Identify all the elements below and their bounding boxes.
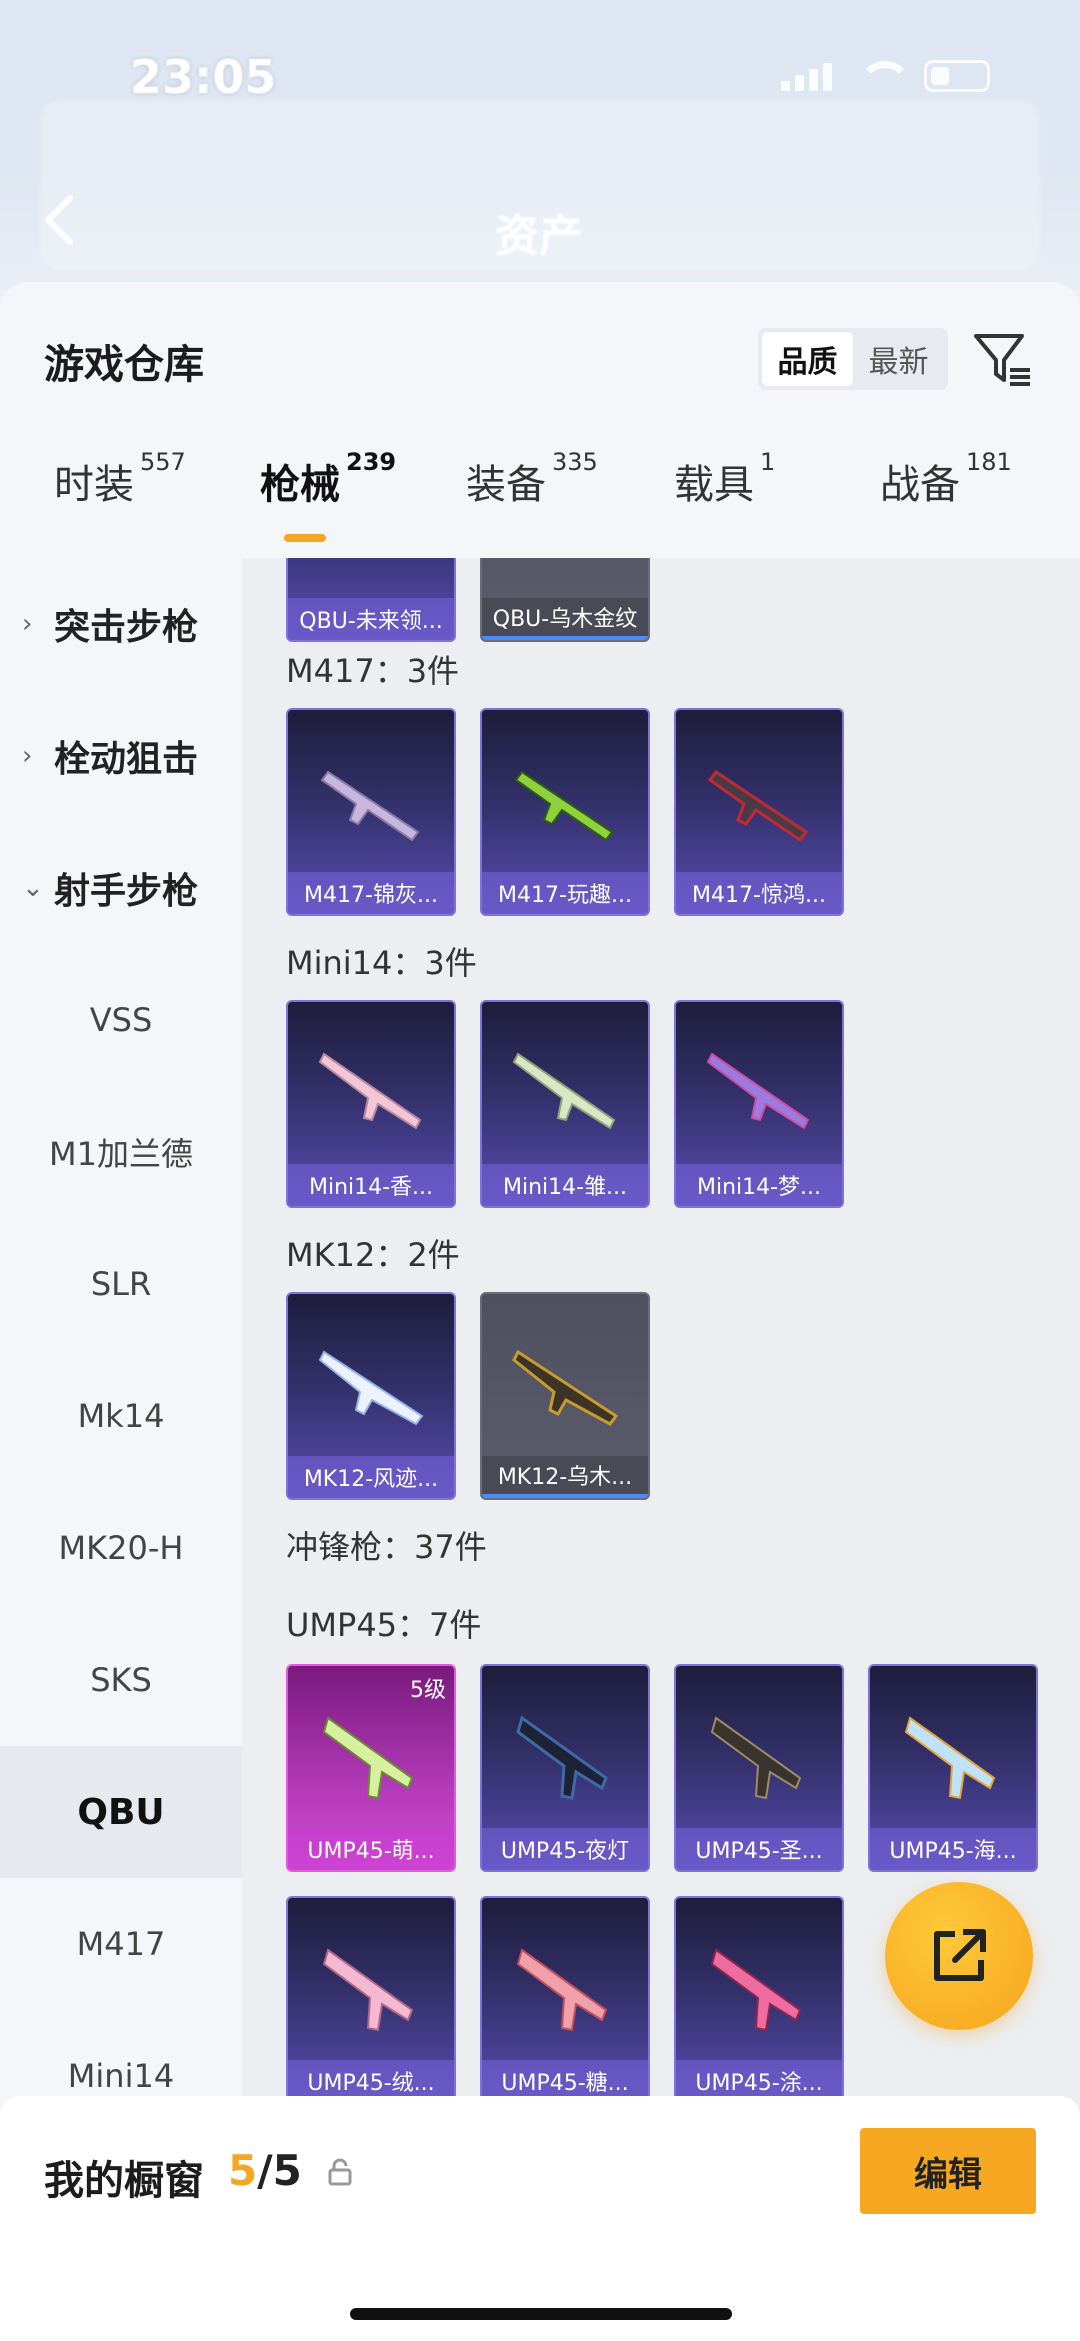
smg-icon (516, 1715, 608, 1800)
status-time: 23:05 (130, 50, 277, 104)
sort-toggle: 品质 最新 (758, 328, 948, 390)
rifle-icon (320, 770, 420, 842)
smg-icon (322, 1716, 414, 1800)
weapon-card[interactable]: QBU-未来领... (286, 558, 456, 642)
status-icons (781, 60, 990, 92)
lock-icon (328, 2158, 352, 2186)
weapon-card[interactable]: M417-惊鸿... (674, 708, 844, 916)
tab-vehicles[interactable]: 载具 1 (674, 448, 775, 510)
chevron-right-icon: › (22, 741, 33, 771)
chevron-down-icon: ⌄ (22, 873, 44, 903)
sidebar-item-sks[interactable]: SKS (0, 1614, 242, 1746)
group-label: MK12：2件 (286, 1236, 460, 1274)
tab-supplies[interactable]: 战备 181 (880, 448, 1012, 510)
top-background: 23:05 资产 (0, 0, 1080, 290)
sidebar-item-qbu[interactable]: QBU (0, 1746, 242, 1878)
weapon-card[interactable]: Mini14-梦... (674, 1000, 844, 1208)
sort-latest-button[interactable]: 最新 (853, 332, 944, 386)
weapon-card[interactable]: UMP45-涂... (674, 1896, 844, 2104)
sidebar-category-bolt-sniper[interactable]: › 栓动狙击 (0, 690, 242, 822)
home-indicator (350, 2308, 732, 2320)
group-label: UMP45：7件 (286, 1606, 482, 1644)
group-label: 冲锋枪：37件 (286, 1528, 487, 1566)
sidebar-item-vss[interactable]: VSS (0, 954, 242, 1086)
weapon-card[interactable]: Mini14-雏... (480, 1000, 650, 1208)
rifle-icon (512, 1052, 616, 1130)
smg-icon (710, 1716, 802, 1800)
weapon-card[interactable]: UMP45-海... (868, 1664, 1038, 1872)
edit-button[interactable]: 编辑 (860, 2128, 1036, 2214)
showcase-label: 我的橱窗 (44, 2158, 204, 2204)
sidebar-item-m417[interactable]: M417 (0, 1878, 242, 2010)
external-link-icon (934, 1929, 986, 1981)
group-label: Mini14：3件 (286, 944, 477, 982)
tab-guns[interactable]: 枪械 239 (260, 448, 396, 510)
tab-indicator (284, 534, 326, 542)
sheet-title: 游戏仓库 (44, 342, 204, 388)
header-title: 资产 (495, 211, 583, 262)
filter-icon[interactable] (972, 330, 1034, 390)
warehouse-sheet: 游戏仓库 品质 最新 时装 557 枪械 239 装备 335 载具 1 战备 181 ›… (0, 282, 1080, 2341)
weapon-card[interactable]: M417-锦灰... (286, 708, 456, 916)
showcase-count: 5/5 (228, 2146, 302, 2195)
share-button[interactable] (885, 1882, 1033, 2030)
weapon-card[interactable]: UMP45-糖... (480, 1896, 650, 2104)
sort-quality-button[interactable]: 品质 (762, 332, 853, 386)
weapon-card[interactable]: MK12-乌木... (480, 1292, 650, 1500)
battery-icon (924, 60, 990, 92)
rifle-icon (706, 1052, 810, 1130)
weapon-card[interactable]: UMP45-夜灯 (480, 1664, 650, 1872)
signal-icon (781, 61, 832, 91)
sidebar-item-mk14[interactable]: Mk14 (0, 1350, 242, 1482)
category-tabs: 时装 557 枪械 239 装备 335 载具 1 战备 181 (0, 448, 1080, 542)
weapon-card[interactable]: QBU-乌木金纹 (480, 558, 650, 642)
tab-equipment[interactable]: 装备 335 (466, 448, 598, 510)
weapon-grid: QBU-未来领... QBU-乌木金纹 M417：3件 M417-锦灰... M… (242, 558, 1080, 2341)
weapon-card[interactable]: Mini14-香... (286, 1000, 456, 1208)
rifle-icon (318, 1350, 424, 1426)
wifi-icon (858, 61, 912, 91)
sidebar-item-m1-garand[interactable]: M1加兰德 (0, 1086, 242, 1218)
showcase-bar: 我的橱窗 5/5 编辑 (0, 2096, 1080, 2341)
smg-icon (322, 1948, 414, 2032)
smg-icon (516, 1948, 608, 2032)
weapon-card[interactable]: UMP45-圣... (674, 1664, 844, 1872)
sidebar-category-assault-rifle[interactable]: › 突击步枪 (0, 558, 242, 690)
weapon-sidebar: › 突击步枪 › 栓动狙击 ⌄ 射手步枪 VSS M1加兰德 SLR Mk14 MK2… (0, 558, 242, 2341)
rifle-icon (512, 1349, 619, 1426)
back-icon[interactable] (40, 190, 80, 250)
sidebar-category-dmr[interactable]: ⌄ 射手步枪 (0, 822, 242, 954)
weapon-card[interactable]: 5级 UMP45-萌... (286, 1664, 456, 1872)
smg-icon (710, 1948, 802, 2032)
smg-icon (904, 1716, 996, 1800)
chevron-right-icon: › (22, 609, 33, 639)
sidebar-item-mk20h[interactable]: MK20-H (0, 1482, 242, 1614)
weapon-card[interactable]: UMP45-绒... (286, 1896, 456, 2104)
tab-skins[interactable]: 时装 557 (54, 448, 186, 510)
group-label: M417：3件 (286, 652, 460, 690)
rifle-icon (318, 1052, 422, 1130)
sidebar-item-slr[interactable]: SLR (0, 1218, 242, 1350)
weapon-card[interactable]: MK12-风迹... (286, 1292, 456, 1500)
rifle-icon (707, 769, 809, 843)
rifle-icon (514, 770, 614, 842)
weapon-card[interactable]: M417-玩趣... (480, 708, 650, 916)
